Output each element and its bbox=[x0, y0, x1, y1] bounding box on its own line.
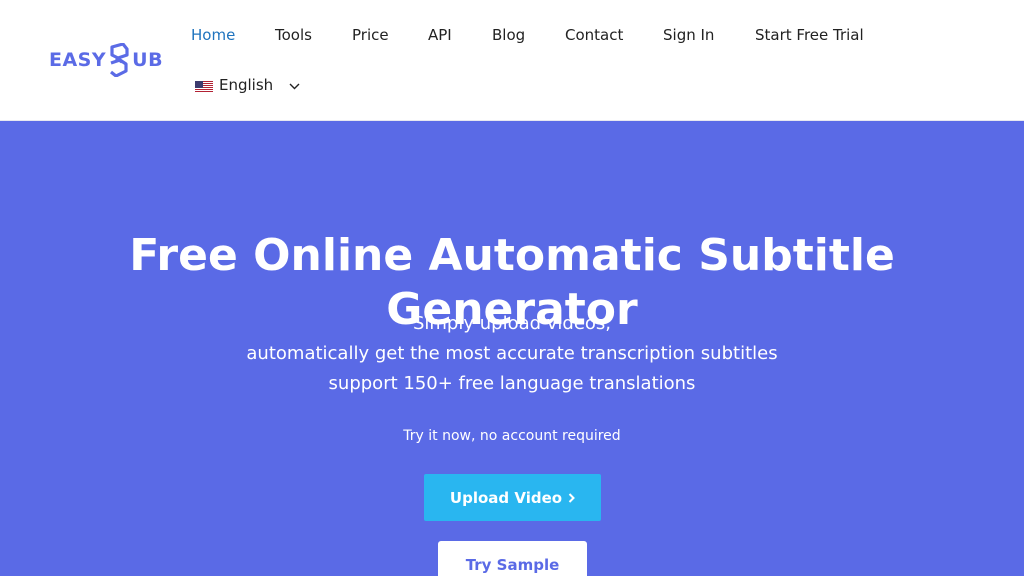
nav-blog[interactable]: Blog bbox=[492, 25, 525, 45]
upload-video-button[interactable]: Upload Video bbox=[424, 474, 601, 521]
nav-home[interactable]: Home bbox=[191, 25, 235, 45]
logo-text-right: UB bbox=[132, 49, 164, 71]
language-label: English bbox=[219, 76, 274, 94]
nav-tools[interactable]: Tools bbox=[275, 25, 312, 45]
hero-section: Free Online Automatic Subtitle Generator… bbox=[0, 121, 1024, 576]
hero-note: Try it now, no account required bbox=[403, 428, 621, 444]
nav-price[interactable]: Price bbox=[352, 25, 389, 45]
hero-subtitle-line: automatically get the most accurate tran… bbox=[246, 343, 778, 364]
hero-subtitle-line: support 150+ free language translations bbox=[328, 373, 696, 394]
try-sample-button[interactable]: Try Sample bbox=[438, 541, 587, 576]
nav-api[interactable]: API bbox=[428, 25, 452, 45]
chevron-down-icon bbox=[289, 76, 300, 94]
upload-video-label: Upload Video bbox=[449, 488, 563, 507]
logo-s-icon bbox=[108, 43, 130, 77]
site-header: EASY UB Home Tools Price API Blog Contac… bbox=[0, 0, 1024, 121]
chevron-right-icon bbox=[568, 489, 575, 507]
nav-start-free-trial[interactable]: Start Free Trial bbox=[755, 25, 864, 45]
hero-subtitle-line: Simply upload videos, bbox=[412, 313, 612, 334]
hero-subtitle: Simply upload videos, automatically get … bbox=[0, 309, 1024, 399]
language-selector[interactable]: English bbox=[195, 75, 300, 95]
try-sample-label: Try Sample bbox=[465, 556, 560, 574]
nav-sign-in[interactable]: Sign In bbox=[663, 25, 714, 45]
nav-contact[interactable]: Contact bbox=[565, 25, 623, 45]
easysub-logo[interactable]: EASY UB bbox=[49, 42, 163, 78]
us-flag-icon bbox=[195, 79, 213, 93]
logo-text-left: EASY bbox=[49, 49, 107, 71]
